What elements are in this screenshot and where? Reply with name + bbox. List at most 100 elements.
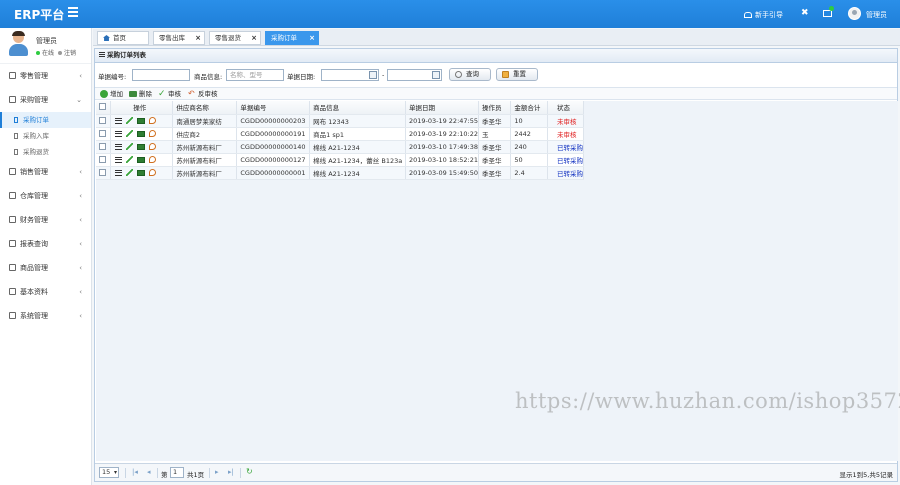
edit-icon[interactable]: [126, 129, 134, 137]
close-icon[interactable]: ×: [309, 32, 315, 45]
audit-icon[interactable]: [149, 142, 157, 150]
reset-button[interactable]: 重置: [496, 68, 538, 81]
first-page-icon[interactable]: |◂: [132, 468, 138, 476]
menu-toggle-icon[interactable]: [68, 7, 78, 17]
view-icon[interactable]: [137, 169, 146, 176]
prev-page-icon[interactable]: ◂: [147, 468, 151, 476]
cell-bill-no: CGDD00000000203: [236, 114, 311, 128]
edit-icon[interactable]: [126, 116, 134, 124]
col-supplier[interactable]: 供应商名称: [172, 101, 238, 115]
col-operator[interactable]: 操作员: [478, 101, 512, 115]
audit-icon[interactable]: [149, 155, 157, 163]
edit-icon[interactable]: [126, 168, 134, 176]
col-goods[interactable]: 商品信息: [309, 101, 406, 115]
gear-icon: [9, 312, 16, 319]
user-avatar[interactable]: [848, 7, 861, 20]
sidebar-item-sales[interactable]: 销售管理 ‹: [0, 160, 91, 184]
guide-label: 新手引导: [755, 11, 783, 19]
row-actions: [110, 114, 174, 128]
col-date[interactable]: 单据日期: [405, 101, 480, 115]
online-dot-icon: [36, 51, 40, 55]
sidebar-item-retail[interactable]: 零售管理 ‹: [0, 64, 91, 88]
sidebar-subitem-purchase-return[interactable]: 采购退货: [0, 144, 91, 160]
guide-link[interactable]: 新手引导: [744, 10, 783, 20]
page-size-select[interactable]: 15: [99, 467, 119, 478]
select-all-checkbox[interactable]: [96, 101, 112, 115]
row-checkbox[interactable]: [96, 127, 112, 141]
unaudit-button[interactable]: ↶ 反审核: [188, 90, 218, 99]
tab-retail-return[interactable]: 零售退货 ×: [209, 31, 261, 45]
table-row[interactable]: 南通居梦莱家纺 CGDD00000000203 网布 12343 2019-03…: [96, 114, 585, 128]
table-row[interactable]: 苏州新源布料厂 CGDD00000000140 棉线 A21-1234 2019…: [96, 140, 585, 154]
tab-home[interactable]: 首页: [97, 31, 149, 45]
query-button[interactable]: 查询: [449, 68, 491, 81]
sidebar-item-reports[interactable]: 报表查询 ‹: [0, 232, 91, 256]
calendar-icon[interactable]: [432, 71, 440, 79]
cell-amount: 2.4: [510, 166, 548, 180]
sidebar-subitem-purchase-order[interactable]: 采购订单: [0, 112, 91, 128]
detail-icon[interactable]: [115, 169, 123, 176]
cell-bill-no: CGDD00000000127: [236, 153, 311, 167]
col-status[interactable]: 状态: [547, 101, 585, 115]
purchase-icon: [9, 96, 16, 103]
sidebar-item-purchase[interactable]: 采购管理 ⌄: [0, 88, 91, 112]
detail-icon[interactable]: [115, 143, 123, 150]
page-total: 共1页: [187, 471, 205, 479]
watermark: https://www.huzhan.com/ishop3572: [515, 389, 900, 413]
fullscreen-icon[interactable]: ✖: [801, 9, 810, 18]
view-icon[interactable]: [137, 130, 146, 137]
detail-icon[interactable]: [115, 117, 123, 124]
date-end-input[interactable]: [387, 69, 442, 81]
sidebar-item-basic-data[interactable]: 基本资料 ‹: [0, 280, 91, 304]
audit-icon[interactable]: [149, 116, 157, 124]
row-checkbox[interactable]: [96, 166, 112, 180]
table-row[interactable]: 苏州新源布料厂 CGDD00000000001 棉线 A21-1234 2019…: [96, 166, 585, 180]
page-prefix: 第: [161, 471, 168, 479]
add-button[interactable]: 增加: [100, 90, 123, 98]
logout-link[interactable]: 注销: [64, 50, 76, 57]
top-username[interactable]: 管理员: [866, 10, 887, 20]
notification-badge: [829, 6, 834, 11]
edit-icon[interactable]: [126, 142, 134, 150]
calendar-icon[interactable]: [369, 71, 377, 79]
detail-icon[interactable]: [115, 130, 123, 137]
audit-button[interactable]: ✓ 审核: [158, 89, 181, 99]
detail-icon[interactable]: [115, 156, 123, 163]
col-bill-no[interactable]: 单据编号: [236, 101, 311, 115]
tab-purchase-order[interactable]: 采购订单 ×: [265, 31, 319, 45]
view-icon[interactable]: [137, 117, 146, 124]
table-row[interactable]: 供应商2 CGDD00000000191 商品1 sp1 2019-03-19 …: [96, 127, 585, 141]
row-checkbox[interactable]: [96, 153, 112, 167]
delete-button[interactable]: 删除: [129, 90, 152, 98]
view-icon[interactable]: [137, 156, 146, 163]
close-icon[interactable]: ×: [251, 32, 257, 45]
tab-retail-out[interactable]: 零售出库 ×: [153, 31, 205, 45]
page-number-input[interactable]: 1: [170, 467, 184, 478]
col-ops: 操作: [110, 101, 174, 115]
sidebar-subitem-purchase-in[interactable]: 采购入库: [0, 128, 91, 144]
close-icon[interactable]: ×: [195, 32, 201, 45]
col-amount[interactable]: 金额合计: [510, 101, 548, 115]
sidebar-item-system[interactable]: 系统管理 ‹: [0, 304, 91, 328]
cell-status: 已转采购: [547, 166, 585, 180]
date-start-input[interactable]: [321, 69, 379, 81]
sidebar-item-goods[interactable]: 商品管理 ‹: [0, 256, 91, 280]
cell-status: 已转采购: [547, 140, 585, 154]
next-page-icon[interactable]: ▸: [215, 468, 219, 476]
chevron-left-icon: ‹: [79, 216, 82, 224]
sidebar-item-finance[interactable]: 财务管理 ‹: [0, 208, 91, 232]
refresh-icon[interactable]: ↻: [246, 468, 253, 476]
row-checkbox[interactable]: [96, 114, 112, 128]
row-checkbox[interactable]: [96, 140, 112, 154]
view-icon[interactable]: [137, 143, 146, 150]
last-page-icon[interactable]: ▸|: [228, 468, 234, 476]
audit-icon[interactable]: [149, 168, 157, 176]
audit-icon[interactable]: [149, 129, 157, 137]
table-row[interactable]: 苏州新源布料厂 CGDD00000000127 棉线 A21-1234，蕾丝 B…: [96, 153, 585, 167]
sidebar-item-warehouse[interactable]: 仓库管理 ‹: [0, 184, 91, 208]
goods-input[interactable]: 名称、型号: [226, 69, 284, 81]
edit-icon[interactable]: [126, 155, 134, 163]
bill-no-input[interactable]: [132, 69, 190, 81]
mail-icon[interactable]: [823, 10, 832, 17]
check-icon: ✓: [158, 89, 166, 99]
